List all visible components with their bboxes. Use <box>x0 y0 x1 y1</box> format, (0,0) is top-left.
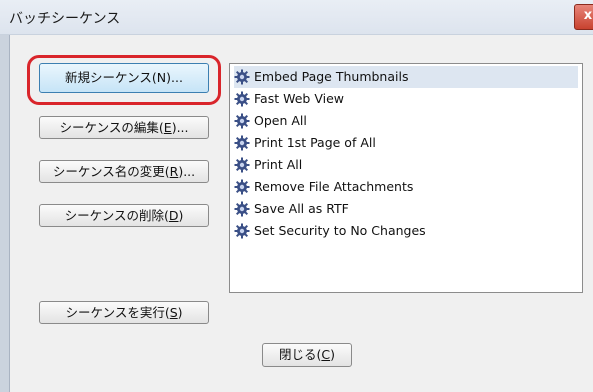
rename-sequence-button[interactable]: シーケンス名の変更(R)... <box>39 160 209 183</box>
run-sequence-label-suffix: ) <box>177 305 183 320</box>
close-label: 閉じる( <box>278 347 322 362</box>
close-button[interactable]: 閉じる(C) <box>262 343 352 367</box>
sequence-list-item[interactable]: Fast Web View <box>234 88 578 110</box>
rename-sequence-label: シーケンス名の変更( <box>52 164 170 179</box>
edit-sequence-label-suffix: )... <box>171 120 189 135</box>
edit-sequence-label: シーケンスの編集( <box>59 120 164 135</box>
run-sequence-accesskey: S <box>169 305 178 320</box>
delete-sequence-accesskey: D <box>168 208 179 223</box>
close-label-suffix: ) <box>330 347 335 362</box>
sequence-list-item[interactable]: Embed Page Thumbnails <box>234 66 578 88</box>
sequence-list-item[interactable]: Print All <box>234 154 578 176</box>
sequence-list-item[interactable]: Open All <box>234 110 578 132</box>
edit-sequence-accesskey: E <box>163 120 172 135</box>
close-accesskey: C <box>321 347 331 362</box>
close-icon: x <box>583 8 593 23</box>
title-bar: バッチシーケンス x <box>0 0 593 35</box>
delete-sequence-label: シーケンスの削除( <box>64 208 169 223</box>
sequence-label: Embed Page Thumbnails <box>254 69 409 84</box>
new-sequence-button[interactable]: 新規シーケンス(N)... <box>39 63 209 93</box>
sequence-label: Print All <box>254 157 303 172</box>
run-sequence-label: シーケンスを実行( <box>65 305 170 320</box>
sequence-list-item[interactable]: Remove File Attachments <box>234 176 578 198</box>
sequence-list[interactable]: Embed Page Thumbnails Fast Web View Open… <box>229 63 583 293</box>
new-sequence-label: 新規シーケンス(N)... <box>65 70 183 85</box>
gear-icon <box>234 135 250 150</box>
gear-icon <box>234 223 250 238</box>
batch-sequence-dialog: バッチシーケンス x 新規シーケンス(N)... シーケンスの編集(E)... … <box>0 0 593 392</box>
sequence-label: Save All as RTF <box>254 201 349 216</box>
gear-icon <box>234 113 250 128</box>
delete-sequence-label-suffix: ) <box>178 208 184 223</box>
sequence-list-item[interactable]: Save All as RTF <box>234 198 578 220</box>
sequence-label: Open All <box>254 113 307 128</box>
left-border-line <box>9 35 10 392</box>
delete-sequence-button[interactable]: シーケンスの削除(D) <box>39 204 209 227</box>
gear-icon <box>234 201 250 216</box>
sequence-list-item[interactable]: Print 1st Page of All <box>234 132 578 154</box>
gear-icon <box>234 69 250 84</box>
sequence-label: Fast Web View <box>254 91 344 106</box>
window-title: バッチシーケンス <box>9 11 121 27</box>
gear-icon <box>234 157 250 172</box>
sequence-list-item[interactable]: Set Security to No Changes <box>234 220 578 242</box>
sequence-label: Print 1st Page of All <box>254 135 376 150</box>
sequence-label: Remove File Attachments <box>254 179 414 194</box>
gear-icon <box>234 179 250 194</box>
sequence-label: Set Security to No Changes <box>254 223 426 238</box>
rename-sequence-label-suffix: )... <box>178 164 196 179</box>
edit-sequence-button[interactable]: シーケンスの編集(E)... <box>39 116 209 139</box>
gear-icon <box>234 91 250 106</box>
run-sequence-button[interactable]: シーケンスを実行(S) <box>39 301 209 324</box>
close-window-button[interactable]: x <box>574 4 593 30</box>
left-border-strip <box>0 35 9 392</box>
